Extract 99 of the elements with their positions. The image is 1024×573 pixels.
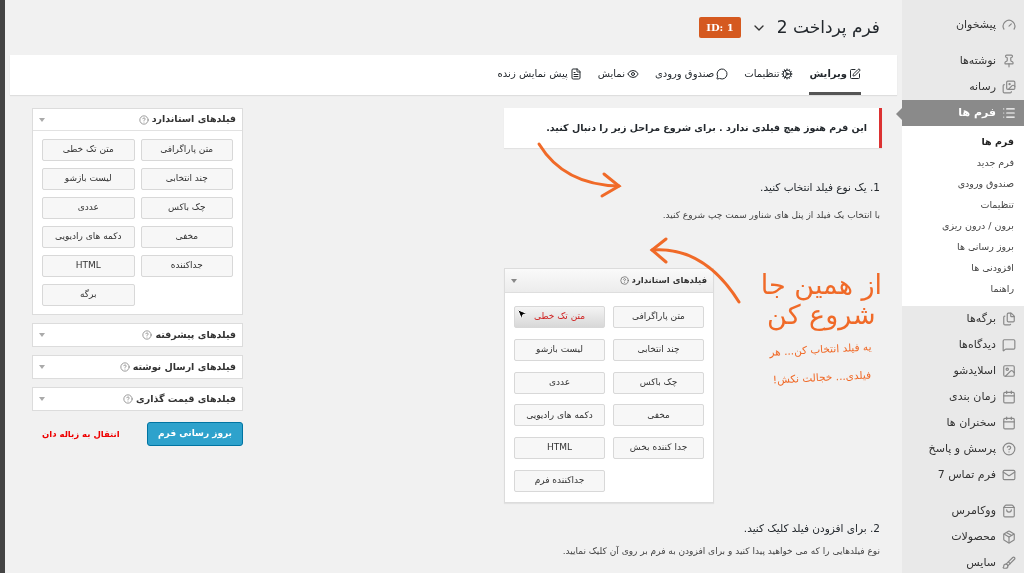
gauge-icon [1002, 18, 1016, 32]
step-text: با انتخاب یک فیلد از پنل های شناور سمت چپ شروع کنید. [661, 208, 881, 222]
submenu-item[interactable]: صندوق ورودی [902, 174, 1024, 195]
calendar-icon [1002, 390, 1016, 404]
help-icon [138, 114, 149, 125]
field-button[interactable]: لیست بازشو [42, 168, 135, 190]
field-button[interactable]: عددی [514, 371, 605, 394]
field-button[interactable]: چک باکس [140, 197, 233, 219]
pencil-icon [849, 67, 861, 80]
sidebar-item[interactable]: اسلایدشو [902, 358, 1024, 384]
field-button[interactable]: متن پاراگرافی [140, 139, 233, 161]
images-icon [1002, 80, 1016, 94]
speech-bubble-icon [1002, 338, 1016, 352]
panel-title: فیلدهای پیشرفته [155, 327, 236, 343]
panel-title: فیلدهای استاندارد [631, 274, 707, 288]
caret-icon [39, 333, 45, 337]
submenu-item[interactable]: فرم ها [902, 132, 1024, 153]
tab[interactable]: نمایش [597, 55, 639, 95]
field-button[interactable]: جداکننده [140, 255, 233, 277]
field-button[interactable]: مخفی [140, 226, 233, 248]
help-icon [619, 276, 629, 286]
box-icon [1002, 530, 1016, 544]
sidebar-item[interactable]: رسانه [902, 74, 1024, 100]
sidebar-item[interactable]: نوشته‌ها [902, 48, 1024, 74]
id-badge: ID: 1 [699, 17, 741, 38]
help-icon [119, 362, 130, 372]
list-icon [1002, 106, 1016, 120]
document-icon [569, 67, 582, 80]
field-button[interactable]: چند انتخابی [613, 338, 704, 361]
field-button[interactable]: دکمه های رادیویی [42, 226, 135, 248]
sidebar-item[interactable]: زمان بندی [902, 384, 1024, 410]
submenu-item[interactable]: راهنما [902, 279, 1024, 300]
pages-icon [1002, 312, 1016, 326]
help-icon [142, 330, 153, 340]
panel-header[interactable]: فیلدهای قیمت گذاری [33, 388, 242, 410]
sidebar-item[interactable]: سایس [902, 550, 1024, 573]
speech-bubble-icon [716, 67, 729, 80]
help-icon [1002, 442, 1016, 456]
field-button[interactable]: HTML [42, 255, 135, 277]
caret-icon [511, 278, 517, 283]
caret-icon [39, 397, 45, 401]
field-button[interactable]: جدا کننده بخش [613, 437, 704, 459]
help-icon [123, 394, 134, 404]
calendar-icon [1002, 416, 1016, 430]
tab[interactable]: صندوق ورودی [654, 55, 729, 95]
sidebar-item[interactable]: برگه‌ها [902, 306, 1024, 332]
field-button[interactable]: مخفی [613, 404, 704, 427]
tab[interactable]: پیش نمایش زنده [497, 55, 582, 95]
field-button[interactable]: متن پاراگرافی [613, 306, 704, 328]
sidebar-item[interactable]: ووکامرس [902, 498, 1024, 524]
field-button[interactable]: لیست بازشو [514, 338, 605, 361]
bag-icon [1002, 504, 1016, 518]
panel-header[interactable]: فیلدهای ارسال نوشته [33, 356, 242, 378]
field-button[interactable]: متن تک خطی [514, 306, 605, 328]
panel-title: فیلدهای ارسال نوشته [132, 359, 236, 374]
step-heading: 2. برای افزودن فیلد کلیک کنید. [742, 520, 881, 537]
field-button[interactable]: HTML [514, 437, 605, 459]
submenu-item[interactable]: تنظیمات [902, 195, 1024, 216]
sidebar-item[interactable]: محصولات [902, 524, 1024, 550]
notice: این فرم هنوز هیچ فیلدی ندارد . برای شروع مراحل زیر را دنبال کنید. [504, 108, 882, 148]
brush-icon [1002, 556, 1016, 570]
field-button[interactable]: چند انتخابی [140, 168, 233, 190]
submenu-item[interactable]: بروز رسانی ها [902, 237, 1024, 258]
handwritten-note: فیلدی... خجالت نکش! [772, 367, 872, 388]
panel-title: فیلدهای قیمت گذاری [136, 391, 236, 406]
submenu-item[interactable]: فرم جدید [902, 153, 1024, 174]
eye-icon [626, 67, 639, 80]
field-button[interactable]: دکمه های رادیویی [514, 404, 605, 427]
field-button[interactable]: جداکننده فرم [514, 469, 605, 492]
sidebar-item[interactable]: فرم تماس 7 [902, 462, 1024, 488]
step-text: نوع فیلدهایی را که می خواهید پیدا کنید و برای افزودن به فرم بر روی آن کلیک نمایید. [561, 544, 881, 558]
current-pointer [896, 108, 902, 120]
handwritten-note: یه فیلد انتخاب کن... هر [769, 339, 873, 361]
submenu-item[interactable]: افزودنی ها [902, 258, 1024, 279]
tab[interactable]: تنظیمات [744, 55, 794, 95]
sidebar-item[interactable]: سخنران ها [902, 410, 1024, 436]
sidebar-item[interactable]: پرسش و پاسخ [902, 436, 1024, 462]
tab[interactable]: ویرایش [809, 55, 861, 95]
caret-icon [39, 365, 45, 369]
panel-header[interactable]: فیلدهای استاندارد [33, 109, 242, 131]
submenu-item[interactable]: برون / درون ریزی [902, 216, 1024, 237]
form-title: فرم پرداخت 2 [776, 15, 880, 40]
step-heading: 1. یک نوع فیلد انتخاب کنید. [759, 180, 881, 196]
pin-icon [1002, 54, 1016, 68]
field-button[interactable]: عددی [42, 197, 135, 219]
sidebar-item[interactable]: دیدگاه‌ها [902, 332, 1024, 358]
handwritten-note: از همین جا [760, 270, 882, 301]
envelope-icon [1002, 468, 1016, 482]
field-button[interactable]: چک باکس [613, 371, 704, 394]
field-button[interactable]: برگه [42, 284, 135, 306]
mouse-pointer-icon [516, 308, 528, 321]
caret-icon [39, 117, 45, 122]
panel-header[interactable]: فیلدهای پیشرفته [33, 324, 242, 346]
sidebar-item[interactable]: پیشخوان [902, 12, 1024, 38]
image-icon [1002, 364, 1016, 378]
handwritten-note: شروع کن [767, 300, 876, 331]
trash-link[interactable]: انتقال به زباله دان [32, 427, 120, 441]
field-button[interactable]: متن تک خطی [42, 139, 135, 161]
panel-title: فیلدهای استاندارد [151, 112, 236, 127]
